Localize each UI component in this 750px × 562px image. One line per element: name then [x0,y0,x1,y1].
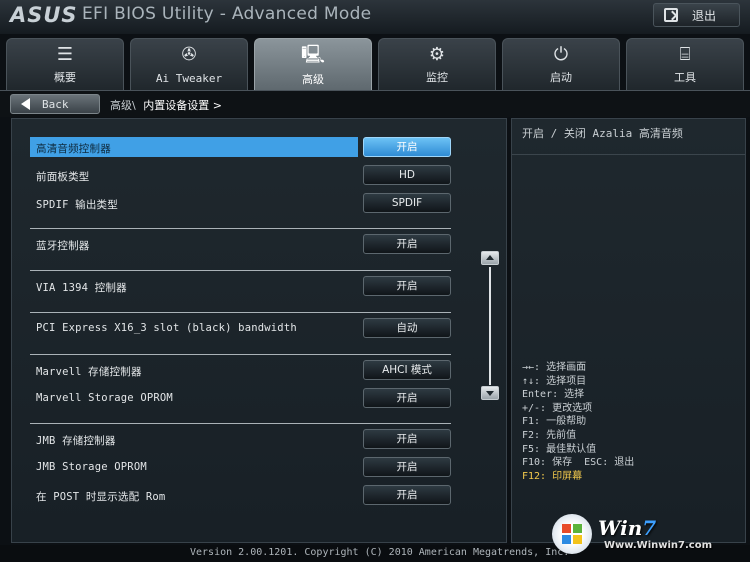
setting-value-button[interactable]: 开启 [363,429,451,449]
setting-row-marvell-controller[interactable]: Marvell 存储控制器 AHCI 模式 [30,360,470,382]
back-label: Back [42,97,69,111]
tab-main[interactable]: ☰ 概要 [6,38,124,90]
key-legend: →←: 选择画面 ↑↓: 选择项目 Enter: 选择 +/-: 更改选项 F1: 一般… [522,361,634,483]
divider [30,270,451,271]
scrollbar-track[interactable] [489,267,491,385]
settings-panel: 高清音频控制器 开启 前面板类型 HD SPDIF 输出类型 SPDIF 蓝牙控… [11,118,507,543]
gauge-icon: ⚙ [428,44,446,65]
info-monitor-icon: 🖳 [300,44,325,65]
setting-value-button[interactable]: AHCI 模式 [363,360,451,380]
setting-value-button[interactable]: 开启 [363,388,451,408]
key-hint: F5: 最佳默认值 [522,443,597,455]
back-button[interactable]: Back [10,94,100,114]
watermark-logo: Win7 [598,516,657,540]
setting-label: PCI Express X16_3 slot (black) bandwidth [36,322,297,334]
key-hint: ↑↓: 选择项目 [522,375,587,387]
divider [30,228,451,229]
setting-value-button[interactable]: 开启 [363,485,451,505]
asus-logo: ASUS [10,3,78,27]
setting-label: 蓝牙控制器 [36,240,90,252]
breadcrumb-parent[interactable]: 高级\ [110,99,136,112]
setting-row-front-panel[interactable]: 前面板类型 HD [30,165,470,187]
tab-ai-tweaker[interactable]: ✇ Ai Tweaker [130,38,248,90]
watermark-url: Www.Winwin7.com [604,540,713,551]
setting-value-button[interactable]: 开启 [363,457,451,477]
exit-label: 退出 [692,8,717,23]
setting-row-marvell-oprom[interactable]: Marvell Storage OPROM 开启 [30,388,470,410]
key-hint: →←: 选择画面 [522,362,587,373]
setting-row-pcie-bandwidth[interactable]: PCI Express X16_3 slot (black) bandwidth… [30,318,470,340]
divider [30,423,451,424]
setting-value-button[interactable]: 开启 [363,234,451,254]
setting-value-button[interactable]: 自动 [363,318,451,338]
help-description: 开启 / 关闭 Azalia 高清音频 [522,127,683,140]
tab-tool[interactable]: ⌸ 工具 [626,38,744,90]
setting-value-button[interactable]: HD [363,165,451,185]
back-arrow-icon [21,98,30,110]
setting-row-hd-audio[interactable]: 高清音频控制器 开启 [30,137,470,159]
tab-label: 监控 [426,71,448,84]
breadcrumb-current: 内置设备设置 > [143,99,222,112]
list-icon: ☰ [56,44,74,65]
setting-row-via-1394[interactable]: VIA 1394 控制器 开启 [30,276,470,298]
key-hint: Enter: 选择 [522,389,585,401]
setting-row-post-rom[interactable]: 在 POST 时显示选配 Rom 开启 [30,485,470,507]
copyright-text: Version 2.00.1201. Copyright (C) 2010 Am… [190,547,570,558]
help-panel: 开启 / 关闭 Azalia 高清音频 →←: 选择画面 ↑↓: 选择项目 Ente… [511,118,746,543]
setting-label: JMB 存储控制器 [36,435,116,447]
tab-label: 工具 [674,71,696,84]
setting-label: Marvell 存储控制器 [36,366,142,378]
key-hint-highlight: F12: 印屏幕 [522,470,583,482]
tab-monitor[interactable]: ⚙ 监控 [378,38,496,90]
setting-label: 前面板类型 [36,171,90,183]
app-title: EFI BIOS Utility - Advanced Mode [82,4,372,24]
setting-value-button[interactable]: 开启 [363,137,451,157]
setting-label: JMB Storage OPROM [36,461,147,473]
navigation-bar: Back 高级\ 内置设备设置 > [0,90,750,117]
divider [512,154,745,155]
tab-label: 高级 [302,73,324,86]
setting-label: 高清音频控制器 [36,143,111,155]
power-icon: ⏻ [553,44,569,65]
divider [30,312,451,313]
setting-label: 在 POST 时显示选配 Rom [36,491,166,503]
divider [30,354,451,355]
breadcrumb: 高级\ 内置设备设置 > [110,97,222,113]
key-hint: F1: 一般帮助 [522,416,587,428]
exit-icon [664,8,678,22]
key-hint: F10: 保存 ESC: 退出 [522,457,635,469]
scroll-up-button[interactable] [481,251,499,265]
main-tabs: ☰ 概要 ✇ Ai Tweaker 🖳 高级 ⚙ 监控 ⏻ 启动 ⌸ 工具 [6,38,746,92]
tab-label: 概要 [54,71,76,84]
setting-row-jmb-oprom[interactable]: JMB Storage OPROM 开启 [30,457,470,479]
setting-row-jmb-controller[interactable]: JMB 存储控制器 开启 [30,429,470,451]
tab-label: Ai Tweaker [155,72,223,85]
setting-label: SPDIF 输出类型 [36,199,118,211]
watermark: Win7 Www.Winwin7.com [552,512,742,558]
key-hint: F2: 先前值 [522,429,577,441]
exit-button[interactable]: 退出 [653,3,740,27]
tab-advanced[interactable]: 🖳 高级 [254,38,372,92]
tab-boot[interactable]: ⏻ 启动 [502,38,620,90]
scroll-down-button[interactable] [481,386,499,400]
toolbox-icon: ⌸ [679,44,691,65]
fan-icon: ✇ [181,44,197,65]
setting-label: Marvell Storage OPROM [36,392,173,404]
windows-logo-icon [552,514,592,554]
setting-value-button[interactable]: SPDIF [363,193,451,213]
key-hint: +/-: 更改选项 [522,402,593,414]
setting-label: VIA 1394 控制器 [36,282,127,294]
tab-label: 启动 [550,71,572,84]
setting-row-bluetooth[interactable]: 蓝牙控制器 开启 [30,234,470,256]
setting-row-spdif[interactable]: SPDIF 输出类型 SPDIF [30,193,470,215]
setting-value-button[interactable]: 开启 [363,276,451,296]
title-bar: ASUS EFI BIOS Utility - Advanced Mode 退出 [0,0,750,34]
